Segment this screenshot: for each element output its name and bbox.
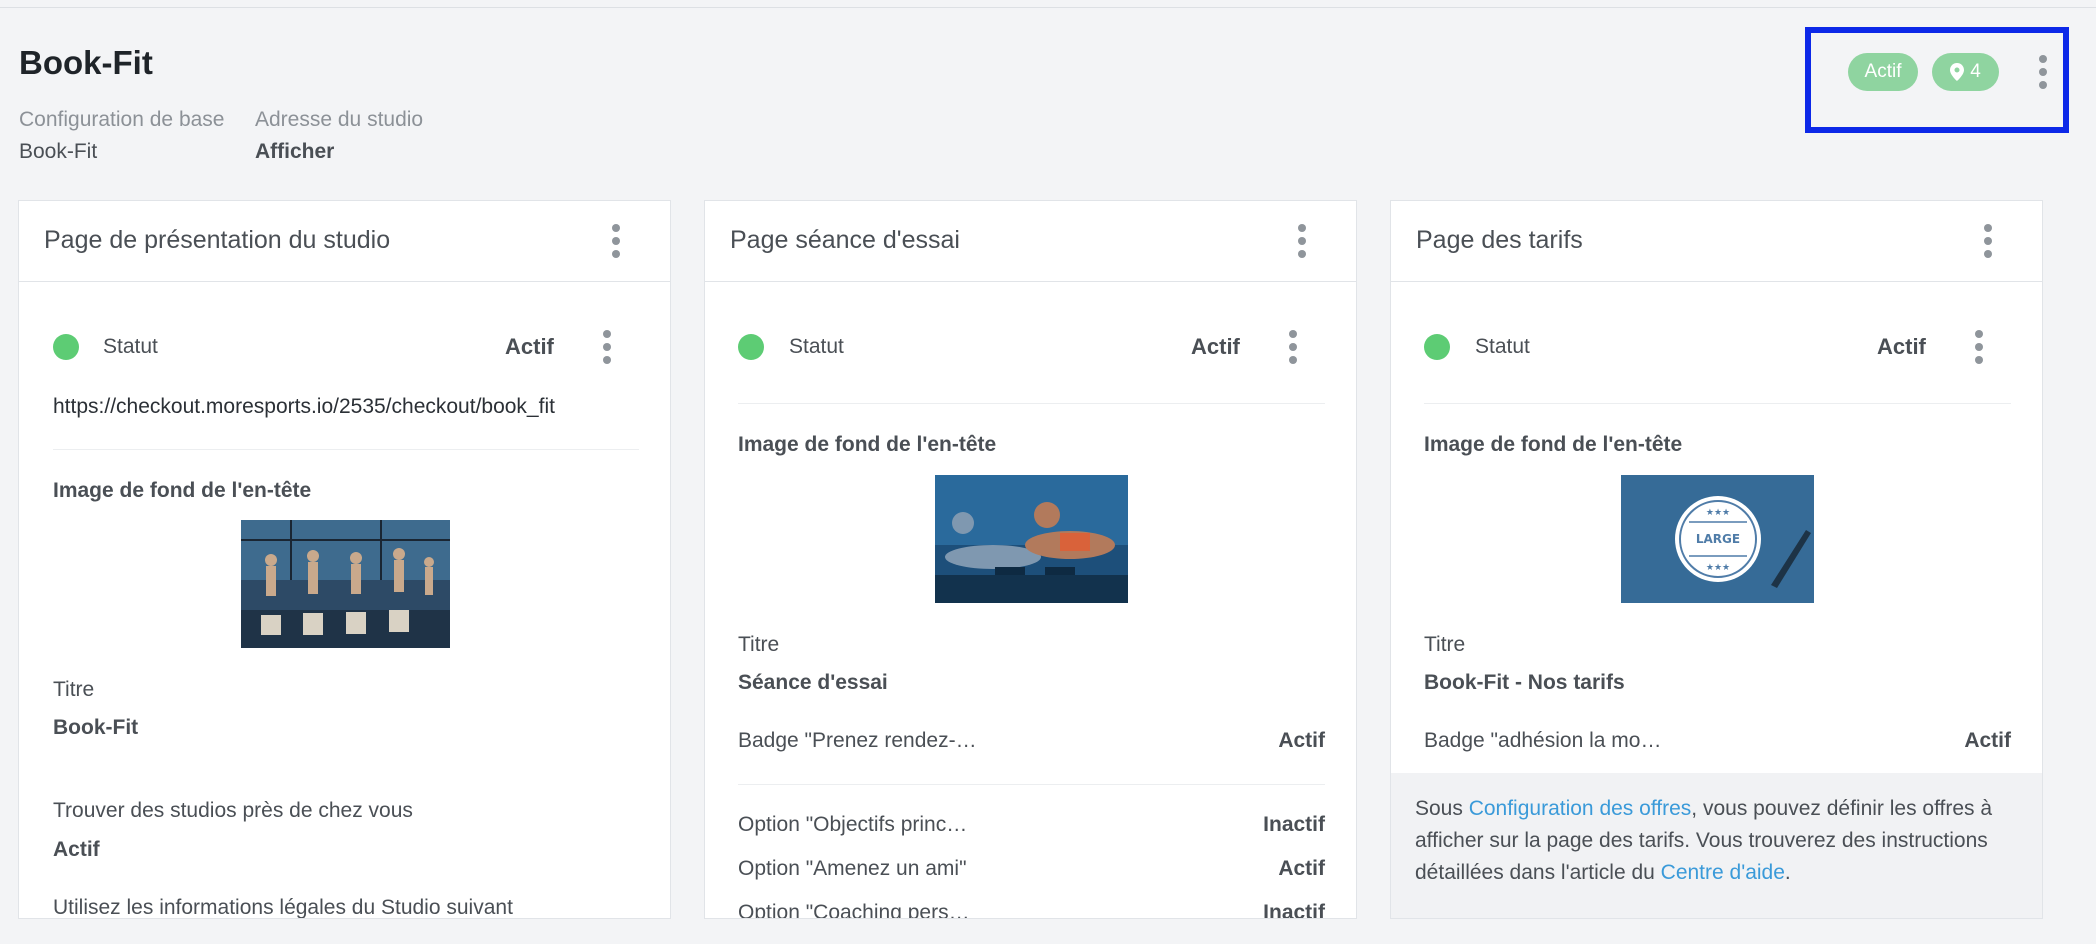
- card-header: Page de présentation du studio: [19, 201, 670, 282]
- studio-finder-value: Actif: [53, 838, 100, 861]
- help-center-link[interactable]: Centre d'aide: [1661, 861, 1785, 884]
- divider: [1424, 403, 2011, 404]
- locations-count: 4: [1970, 61, 1981, 82]
- badge-stars-bottom: ★★★: [1706, 563, 1730, 573]
- status-label: Statut: [789, 335, 844, 358]
- divider: [738, 403, 1325, 404]
- option-label: Option "Amenez un ami": [738, 857, 967, 880]
- header-image-thumbnail: ★★★ LARGE ★★★: [1621, 475, 1814, 603]
- status-value: Actif: [505, 334, 554, 359]
- card-trial-session: Page séance d'essai Statut Actif Image d…: [704, 200, 1357, 919]
- option-label: Option "Coaching pers…: [738, 901, 970, 919]
- page-title: Book-Fit: [19, 44, 153, 81]
- status-value: Actif: [1191, 334, 1240, 359]
- header-image-thumbnail: [241, 520, 450, 648]
- status-more-icon[interactable]: [1287, 330, 1299, 364]
- appointment-badge-label: Badge "Prenez rendez-…: [738, 729, 977, 752]
- legal-info-label: Utilisez les informations légales du Stu…: [53, 896, 513, 919]
- card-more-icon[interactable]: [1982, 224, 1994, 258]
- divider: [53, 449, 639, 450]
- base-config-label: Configuration de base: [19, 108, 225, 131]
- option-value: Inactif: [1263, 813, 1325, 836]
- status-label: Statut: [1475, 335, 1530, 358]
- card-more-icon[interactable]: [1296, 224, 1308, 258]
- header-image-label: Image de fond de l'en-tête: [738, 433, 997, 456]
- badge-stars-top: ★★★: [1706, 508, 1730, 518]
- title-value: Séance d'essai: [738, 671, 888, 694]
- studio-more-icon[interactable]: [2037, 55, 2049, 89]
- pricing-info-text: Sous Configuration des offres, vous pouv…: [1415, 797, 1993, 884]
- card-header: Page des tarifs: [1391, 201, 2042, 282]
- card-pricing: Page des tarifs Statut Actif Image de fo…: [1390, 200, 2043, 919]
- title-value: Book-Fit - Nos tarifs: [1424, 671, 1625, 694]
- checkout-url[interactable]: https://checkout.moresports.io/2535/chec…: [53, 393, 555, 421]
- card-header: Page séance d'essai: [705, 201, 1356, 282]
- pricing-info-box: Sous Configuration des offres, vous pouv…: [1391, 773, 2042, 918]
- card-more-icon[interactable]: [610, 224, 622, 258]
- appointment-badge-value: Actif: [1278, 729, 1325, 752]
- title-label: Titre: [738, 633, 780, 656]
- card-title: Page de présentation du studio: [44, 226, 391, 254]
- locations-badge[interactable]: 4: [1932, 53, 1999, 91]
- title-label: Titre: [1424, 633, 1466, 656]
- badge-large-text: LARGE: [1696, 532, 1740, 546]
- card-title: Page séance d'essai: [730, 226, 960, 254]
- status-badge: Actif: [1848, 53, 1918, 91]
- status-dot-icon: [738, 334, 764, 360]
- card-studio-presentation: Page de présentation du studio Statut Ac…: [18, 200, 671, 919]
- studio-finder-label: Trouver des studios près de chez vous: [53, 799, 413, 822]
- base-config-value: Book-Fit: [19, 140, 98, 163]
- status-dot-icon: [53, 334, 79, 360]
- map-pin-icon: [1950, 63, 1965, 81]
- studio-address-block: Adresse du studio Afficher: [255, 106, 423, 166]
- status-more-icon[interactable]: [601, 330, 613, 364]
- title-label: Titre: [53, 678, 95, 701]
- status-value: Actif: [1877, 334, 1926, 359]
- option-label: Option "Objectifs princ…: [738, 813, 968, 836]
- studio-address-toggle[interactable]: Afficher: [255, 138, 423, 166]
- card-title: Page des tarifs: [1416, 226, 1583, 254]
- divider: [738, 784, 1325, 785]
- option-value: Inactif: [1263, 901, 1325, 919]
- base-config-block: Configuration de base Book-Fit: [19, 106, 224, 166]
- status-label: Statut: [103, 335, 158, 358]
- studio-address-label: Adresse du studio: [255, 108, 424, 131]
- title-value: Book-Fit: [53, 716, 139, 739]
- option-value: Actif: [1278, 857, 1325, 880]
- top-divider: [0, 7, 2096, 8]
- header-image-thumbnail: [935, 475, 1128, 603]
- membership-badge-label: Badge "adhésion la mo…: [1424, 729, 1662, 752]
- header-image-label: Image de fond de l'en-tête: [1424, 433, 1683, 456]
- header-image-label: Image de fond de l'en-tête: [53, 479, 312, 502]
- status-more-icon[interactable]: [1973, 330, 1985, 364]
- membership-badge-value: Actif: [1964, 729, 2011, 752]
- offers-config-link[interactable]: Configuration des offres: [1469, 797, 1692, 820]
- status-dot-icon: [1424, 334, 1450, 360]
